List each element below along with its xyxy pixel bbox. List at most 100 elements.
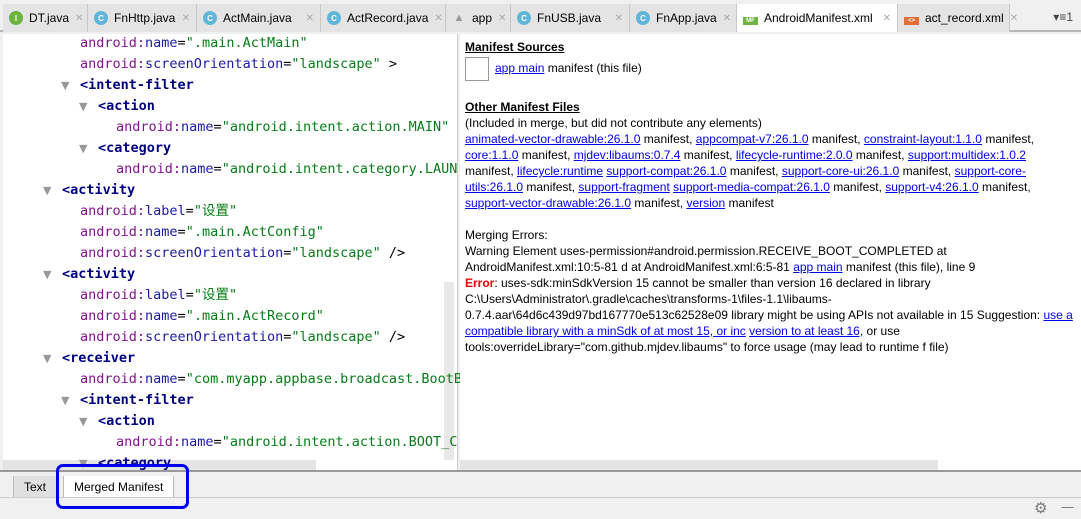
- code-line: android:screenOrientation="landscape" />: [80, 327, 405, 348]
- equals: =: [213, 161, 222, 177]
- code-line: <activity: [62, 264, 135, 285]
- expand-toggle-icon[interactable]: ▼: [43, 180, 51, 201]
- text: manifest,: [829, 180, 886, 194]
- attr-name: name: [181, 161, 214, 177]
- text: : uses-sdk:minSdkVersion 15 cannot be sm…: [494, 276, 931, 290]
- attr-name: screenOrientation: [145, 245, 284, 261]
- attr-namespace: android:: [80, 329, 146, 345]
- code-line: android:name=".main.ActRecord": [80, 306, 324, 327]
- xml-tree-view[interactable]: android:name=".main.ActMain" android:scre…: [3, 33, 462, 471]
- tab-actmain-java[interactable]: C ActMain.java ✕: [197, 4, 321, 32]
- library-link[interactable]: core:1.1.0: [465, 148, 518, 162]
- horizontal-scrollbar[interactable]: [460, 460, 938, 470]
- expand-toggle-icon[interactable]: ▼: [79, 411, 87, 432]
- close-icon[interactable]: ✕: [69, 13, 83, 24]
- text: manifest,: [808, 132, 864, 146]
- library-link[interactable]: appcompat-v7:26.1.0: [696, 132, 809, 146]
- class-icon: C: [94, 11, 108, 25]
- tab-act-record-xml[interactable]: <> act_record.xml ✕: [898, 4, 1018, 32]
- attr-namespace: android:: [80, 203, 146, 219]
- xml-tag: <activity: [62, 182, 136, 198]
- code-line: android:label="设置": [80, 201, 237, 222]
- attr-namespace: android:: [116, 161, 182, 177]
- library-link[interactable]: lifecycle-runtime:2.0.0: [736, 148, 853, 162]
- expand-toggle-icon[interactable]: ▼: [61, 390, 69, 411]
- code-line: android:name=".main.ActMain": [80, 33, 308, 54]
- library-link[interactable]: support:multidex:1.0.2: [908, 148, 1026, 162]
- text: manifest,: [631, 196, 687, 210]
- code-line: android:label="设置": [80, 285, 237, 306]
- text: manifest,: [640, 132, 696, 146]
- library-link[interactable]: support-compat:26.1.0: [606, 164, 726, 178]
- code-line: android:screenOrientation="landscape" >: [80, 54, 397, 75]
- close-icon[interactable]: ✕: [300, 13, 314, 24]
- tab-app[interactable]: ▲ app ✕: [446, 4, 511, 32]
- class-icon: C: [636, 11, 650, 25]
- xml-tag: <intent-filter: [80, 77, 194, 93]
- highlight-annotation: [56, 464, 189, 509]
- library-link[interactable]: version to at least 16,: [749, 324, 863, 338]
- tab-fnapp-java[interactable]: C FnApp.java ✕: [630, 4, 737, 32]
- app-main-link[interactable]: app main: [495, 61, 544, 75]
- code-line: android:screenOrientation="landscape" />: [80, 243, 405, 264]
- merging-errors-title: Merging Errors:: [465, 228, 548, 242]
- expand-toggle-icon[interactable]: ▼: [79, 138, 87, 159]
- attr-namespace: android:: [80, 308, 146, 324]
- close-icon[interactable]: ✕: [877, 13, 891, 24]
- close-icon[interactable]: ✕: [717, 13, 731, 24]
- tab-text[interactable]: Text: [13, 476, 58, 498]
- close-icon[interactable]: ✕: [492, 13, 506, 24]
- code-line: <receiver: [62, 348, 135, 369]
- tab-fnhttp-java[interactable]: C FnHttp.java ✕: [88, 4, 197, 32]
- library-link[interactable]: support-fragment: [578, 180, 669, 194]
- attr-name: screenOrientation: [145, 329, 284, 345]
- text: manifest,: [978, 180, 1031, 194]
- tag-close: />: [380, 245, 406, 261]
- text: manifest,: [523, 180, 579, 194]
- class-icon: C: [203, 11, 217, 25]
- close-icon[interactable]: ✕: [1004, 13, 1018, 24]
- library-link[interactable]: version: [686, 196, 725, 210]
- expand-toggle-icon[interactable]: ▼: [43, 264, 51, 285]
- close-icon[interactable]: ✕: [428, 13, 442, 24]
- equals: =: [177, 224, 186, 240]
- attr-namespace: android:: [80, 371, 146, 387]
- library-link[interactable]: mjdev:libaums:0.7.4: [574, 148, 681, 162]
- tab-fnusb-java[interactable]: C FnUSB.java ✕: [511, 4, 630, 32]
- minimize-icon[interactable]: —: [1061, 500, 1074, 515]
- tab-dt-java[interactable]: I DT.java ✕: [3, 4, 88, 32]
- tab-label: ActRecord.java: [347, 11, 429, 25]
- expand-toggle-icon[interactable]: ▼: [61, 75, 69, 96]
- xml-tag: <receiver: [62, 350, 136, 366]
- close-icon[interactable]: ✕: [176, 13, 190, 24]
- library-link[interactable]: support-core-ui:26.1.0: [782, 164, 899, 178]
- tab-actrecord-java[interactable]: C ActRecord.java ✕: [321, 4, 446, 32]
- code-line: <intent-filter: [80, 75, 194, 96]
- gear-icon[interactable]: ⚙: [1034, 499, 1047, 517]
- equals: =: [213, 434, 222, 450]
- xml-tag: <action: [98, 413, 155, 429]
- class-icon: C: [517, 11, 531, 25]
- library-link[interactable]: animated-vector-drawable:26.1.0: [465, 132, 640, 146]
- close-icon[interactable]: ✕: [609, 13, 623, 24]
- library-link[interactable]: support-media-compat:26.1.0: [673, 180, 830, 194]
- attr-value: "android.intent.action.BOOT_C: [221, 434, 458, 450]
- library-link[interactable]: lifecycle:runtime: [517, 164, 603, 178]
- library-link[interactable]: support-vector-drawable:26.1.0: [465, 196, 631, 210]
- expand-toggle-icon[interactable]: ▼: [79, 96, 87, 117]
- attr-value: "设置": [193, 203, 238, 219]
- library-link[interactable]: app main: [793, 260, 842, 274]
- editor-tabs: I DT.java ✕ C FnHttp.java ✕ C ActMain.java ✕ C Act…: [0, 0, 1081, 32]
- attr-name: name: [145, 371, 178, 387]
- tab-label: FnHttp.java: [114, 11, 176, 25]
- attr-value: "android.intent.action.MAIN": [221, 119, 450, 135]
- other-manifest-title: Other Manifest Files: [465, 100, 580, 114]
- gradle-icon: ▲: [453, 12, 465, 24]
- text: manifest,: [521, 148, 574, 162]
- expand-toggle-icon[interactable]: ▼: [43, 348, 51, 369]
- tab-label: app: [472, 11, 493, 25]
- tab-overflow-button[interactable]: ▾≡1: [1045, 4, 1081, 30]
- tab-androidmanifest-xml[interactable]: MF AndroidManifest.xml ✕: [737, 4, 898, 32]
- library-link[interactable]: constraint-layout:1.1.0: [864, 132, 982, 146]
- library-link[interactable]: support-v4:26.1.0: [885, 180, 978, 194]
